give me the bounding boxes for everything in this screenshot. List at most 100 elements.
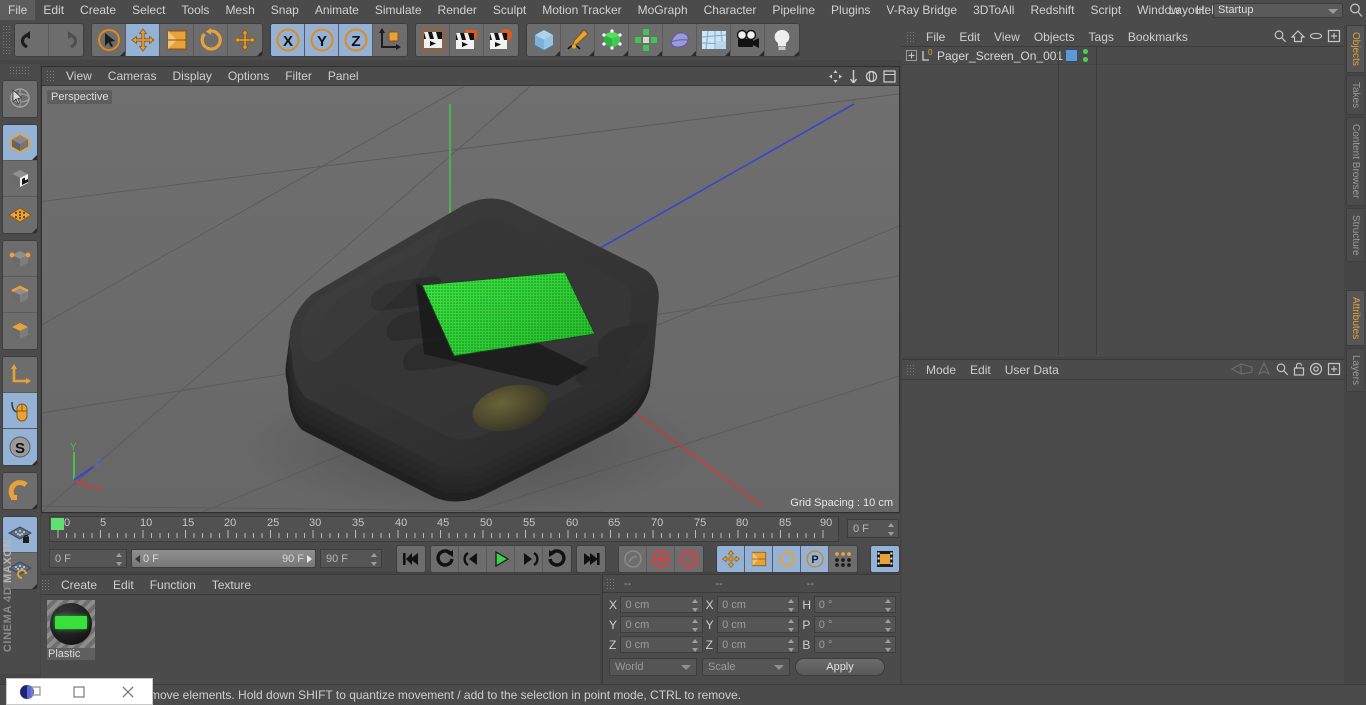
stepper-icon[interactable]	[788, 619, 795, 632]
left-toolbar-drag-handle[interactable]	[9, 66, 31, 76]
menu-item-edit[interactable]: Edit	[35, 0, 72, 20]
coord-field-pos-z[interactable]: 0 cm	[620, 636, 703, 653]
cube-primitive-icon[interactable]	[527, 24, 561, 56]
zoom-view-icon[interactable]	[847, 70, 860, 83]
play-backward-loop-icon[interactable]	[431, 545, 459, 572]
up-nav-icon[interactable]	[1257, 362, 1271, 376]
material-menu-function[interactable]: Function	[142, 578, 204, 592]
stepper-icon[interactable]	[788, 599, 795, 612]
model-mode-icon[interactable]	[3, 125, 37, 161]
live-selection-icon[interactable]	[3, 81, 37, 117]
menu-item-simulate[interactable]: Simulate	[367, 0, 430, 20]
menu-item-render[interactable]: Render	[430, 0, 485, 20]
texture-mode-icon[interactable]	[3, 161, 37, 197]
menu-item-script[interactable]: Script	[1082, 0, 1129, 20]
viewport-menu-cameras[interactable]: Cameras	[100, 69, 165, 83]
coord-field-pos-y[interactable]: 0 cm	[620, 616, 703, 633]
uv-mode-icon[interactable]	[3, 197, 37, 233]
object-tree-row[interactable]: 0 Pager_Screen_On_001	[902, 47, 1344, 65]
menu-item-motion-tracker[interactable]: Motion Tracker	[534, 0, 629, 20]
coord-field-rot-p[interactable]: 0 °	[813, 616, 897, 633]
object-manager-drag-handle[interactable]	[906, 30, 915, 43]
redo-icon[interactable]	[49, 24, 83, 56]
object-menu-tags[interactable]: Tags	[1082, 30, 1121, 44]
menu-item-vray-bridge[interactable]: V-Ray Bridge	[878, 0, 965, 20]
coordinate-system-dropdown[interactable]: World	[609, 658, 697, 676]
dock-tab-attributes[interactable]: Attributes	[1346, 290, 1364, 347]
pan-view-icon[interactable]	[829, 70, 842, 83]
menu-item-mograph[interactable]: MoGraph	[630, 0, 696, 20]
timeline-filmstrip-icon[interactable]	[871, 545, 899, 572]
target-icon[interactable]	[1309, 362, 1323, 376]
viewport-menu-options[interactable]: Options	[220, 69, 277, 83]
stepper-icon[interactable]	[885, 619, 892, 632]
stepper-icon[interactable]	[788, 639, 795, 652]
rotate-icon[interactable]	[194, 24, 228, 56]
viewport-menu-display[interactable]: Display	[164, 69, 219, 83]
deformer-icon[interactable]	[663, 24, 697, 56]
object-menu-file[interactable]: File	[919, 30, 952, 44]
floating-mini-window[interactable]	[6, 678, 153, 705]
go-to-end-icon[interactable]	[577, 545, 605, 572]
layout-dropdown[interactable]: Startup	[1213, 2, 1343, 18]
expand-plus-icon[interactable]	[906, 50, 917, 61]
attributes-menu-user-data[interactable]: User Data	[998, 363, 1066, 377]
current-frame-field[interactable]: 0 F	[49, 549, 127, 568]
maximize-view-icon[interactable]	[883, 70, 896, 83]
stepper-icon[interactable]	[371, 553, 378, 566]
object-menu-objects[interactable]: Objects	[1027, 30, 1082, 44]
coordinate-mode-dropdown[interactable]: Scale	[702, 658, 790, 676]
viewport-menu-panel[interactable]: Panel	[320, 69, 367, 83]
object-menu-bookmarks[interactable]: Bookmarks	[1121, 30, 1195, 44]
coord-field-size-y[interactable]: 0 cm	[717, 616, 800, 633]
menu-item-mesh[interactable]: Mesh	[217, 0, 262, 20]
dock-tab-content-browser[interactable]: Content Browser	[1346, 117, 1364, 206]
render-view-icon[interactable]	[416, 24, 450, 56]
lock-x-icon[interactable]: X	[271, 24, 305, 56]
menu-item-pipeline[interactable]: Pipeline	[764, 0, 823, 20]
object-manager-tree[interactable]: 0 Pager_Screen_On_001	[902, 47, 1344, 355]
step-forward-icon[interactable]	[515, 545, 543, 572]
material-item[interactable]: Plastic	[47, 600, 95, 660]
point-mode-icon[interactable]	[3, 241, 37, 277]
keyframe-selection-icon[interactable]: ?	[675, 545, 703, 572]
play-icon[interactable]	[487, 545, 515, 572]
polygon-mode-icon[interactable]	[3, 313, 37, 349]
menu-item-tools[interactable]: Tools	[173, 0, 217, 20]
autokey-icon[interactable]	[619, 545, 647, 572]
menu-item-snap[interactable]: Snap	[263, 0, 307, 20]
menu-item-3dtoall[interactable]: 3DToAll	[965, 0, 1022, 20]
object-menu-edit[interactable]: Edit	[952, 30, 987, 44]
back-nav-icon[interactable]	[1231, 362, 1253, 376]
attributes-menu-mode[interactable]: Mode	[919, 363, 963, 377]
world-object-axis-icon[interactable]	[373, 24, 407, 56]
stepper-icon[interactable]	[116, 553, 123, 566]
key-rotation-icon[interactable]	[773, 545, 801, 572]
lock-z-icon[interactable]: Z	[339, 24, 373, 56]
key-position-icon[interactable]	[717, 545, 745, 572]
end-frame-field[interactable]: 90 F	[320, 549, 382, 568]
stepper-icon[interactable]	[691, 599, 699, 612]
mograph-icon[interactable]	[629, 24, 663, 56]
search-icon[interactable]	[1348, 2, 1364, 18]
apply-button[interactable]: Apply	[795, 658, 885, 676]
light-icon[interactable]	[765, 24, 799, 56]
material-menu-create[interactable]: Create	[53, 578, 105, 592]
dock-tab-objects[interactable]: Objects	[1346, 25, 1364, 73]
viewport-canvas[interactable]: Perspective Grid Spacing : 10 cm Y X Z	[42, 86, 899, 512]
eye-icon[interactable]	[1309, 29, 1323, 43]
range-left-arrow-icon[interactable]	[135, 554, 140, 563]
visibility-dots[interactable]	[1083, 49, 1088, 62]
material-tag-icon[interactable]	[1065, 49, 1078, 62]
camera-icon[interactable]	[731, 24, 765, 56]
menu-item-sculpt[interactable]: Sculpt	[485, 0, 534, 20]
frame-range-slider[interactable]: 0 F 90 F	[131, 549, 316, 568]
scale-icon[interactable]	[160, 24, 194, 56]
home-icon[interactable]	[1291, 29, 1305, 43]
range-right-arrow-icon[interactable]	[307, 554, 312, 563]
lock-icon[interactable]	[1293, 362, 1305, 376]
menu-item-plugins[interactable]: Plugins	[823, 0, 878, 20]
edge-mode-icon[interactable]	[3, 277, 37, 313]
expand-icon[interactable]	[1327, 29, 1341, 43]
record-keyframe-icon[interactable]	[647, 545, 675, 572]
